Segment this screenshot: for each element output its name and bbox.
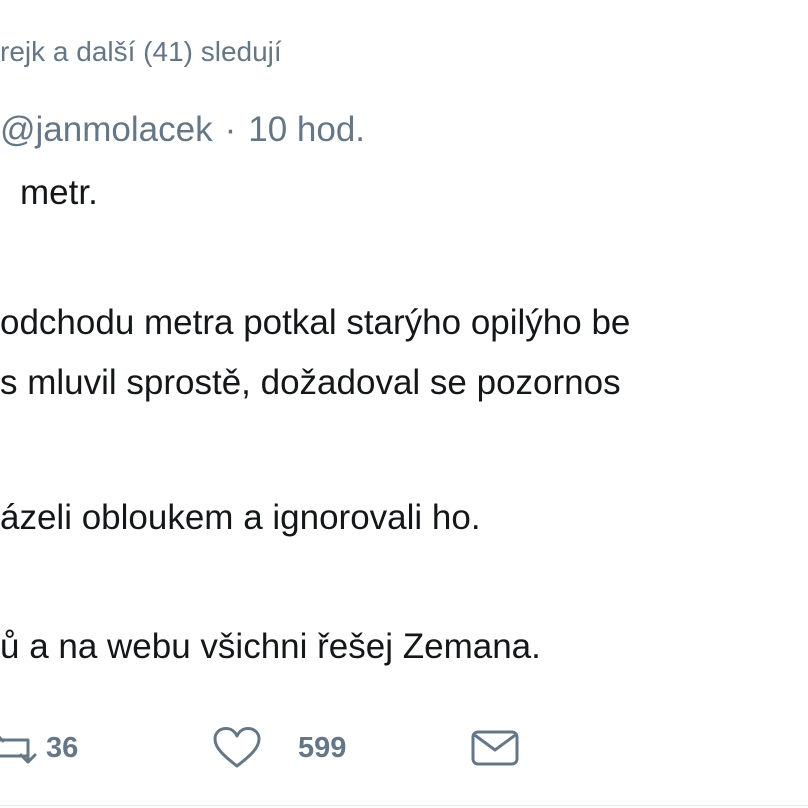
tweet-text-line: metr. xyxy=(20,173,98,212)
like-button[interactable]: 599 xyxy=(212,716,346,780)
retweet-icon xyxy=(0,728,40,768)
separator: · xyxy=(224,110,237,149)
tweet-text-line: s mluvil sprostě, dožadoval se pozornos xyxy=(0,363,621,402)
timestamp[interactable]: 10 hod. xyxy=(248,110,365,149)
tweet-actions: 36 599 xyxy=(0,716,808,780)
like-count: 599 xyxy=(298,731,347,764)
tweet-header: @janmolacek · 10 hod. xyxy=(0,110,365,150)
tweet-text-line: odchodu metra potkal starýho opilýho be xyxy=(0,303,631,342)
divider xyxy=(0,805,808,806)
tweet-text-line: ázeli obloukem a ignorovali ho. xyxy=(0,498,481,537)
social-context: rejk a další (41) sledují xyxy=(0,36,282,67)
retweet-count: 36 xyxy=(46,731,79,764)
envelope-icon xyxy=(470,728,520,768)
tweet: rejk a další (41) sledují @janmolacek · 10… xyxy=(0,0,808,808)
tweet-text-line: ů a na webu všichni řešej Zemana. xyxy=(0,627,541,666)
author-handle[interactable]: @janmolacek xyxy=(0,110,213,149)
direct-message-button[interactable] xyxy=(470,716,520,780)
heart-icon xyxy=(212,726,262,770)
retweet-button[interactable]: 36 xyxy=(0,716,78,780)
